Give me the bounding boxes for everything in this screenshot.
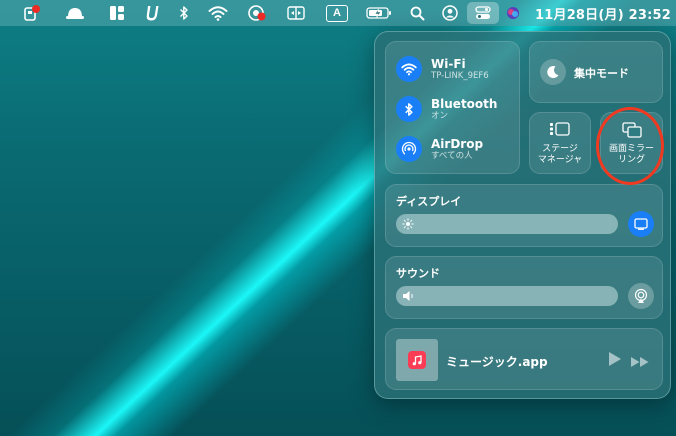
airdrop-icon[interactable] (396, 136, 422, 162)
speaker-icon (403, 291, 413, 301)
play-button[interactable] (608, 351, 622, 371)
display-settings-button[interactable] (628, 211, 654, 237)
moon-icon (540, 59, 566, 85)
brightness-slider[interactable] (396, 214, 618, 234)
fast-forward-icon (631, 357, 649, 367)
bluetooth-status: オン (431, 110, 449, 121)
airplay-audio-icon (634, 288, 648, 303)
now-playing-app: ミュージック.app (446, 355, 548, 369)
wifi-network-name: TP-LINK_9EF6 (431, 70, 489, 81)
control-center-icon[interactable] (467, 2, 499, 24)
record-app-icon[interactable] (245, 0, 269, 26)
battery-icon[interactable] (366, 0, 392, 26)
focus-mode-label: 集中モード (574, 67, 629, 80)
user-icon[interactable] (440, 0, 460, 26)
display-icon (634, 218, 648, 230)
bluetooth-icon[interactable] (396, 96, 422, 122)
stage-manager-icon (530, 121, 590, 137)
hat-icon[interactable] (63, 0, 87, 26)
play-icon (609, 352, 621, 366)
menu-bar-clock[interactable]: 11月28日(月) 23:52 (534, 0, 672, 26)
menu-bar: A 11月28日(月) 23:52 (0, 0, 676, 26)
search-icon[interactable] (408, 0, 426, 26)
layout-app-icon[interactable] (107, 0, 127, 26)
airdrop-status: すべての人 (431, 150, 473, 161)
display-tile: ディスプレイ (385, 184, 663, 247)
music-app-icon (408, 351, 426, 369)
sun-icon (402, 218, 414, 230)
now-playing-tile: ミュージック.app (385, 328, 663, 390)
album-artwork (396, 339, 438, 381)
notification-app-icon[interactable] (20, 0, 44, 26)
volume-slider[interactable] (396, 286, 618, 306)
screen-mirror-app-icon[interactable] (285, 0, 307, 26)
input-source-label: A (326, 4, 348, 22)
stage-manager-label-line2: マネージャ (537, 155, 583, 165)
sound-title: サウンド (396, 267, 440, 280)
next-track-button[interactable] (630, 353, 650, 372)
stage-manager-label-line1: ステージ (542, 144, 578, 154)
connectivity-tile: Wi-Fi TP-LINK_9EF6 Bluetooth オン AirDrop … (385, 41, 520, 174)
stage-manager-tile[interactable]: ステージ マネージャ (529, 112, 591, 174)
bluetooth-control[interactable]: Bluetooth オン (396, 96, 497, 122)
audio-output-button[interactable] (628, 283, 654, 309)
siri-icon[interactable] (504, 0, 522, 26)
wifi-control[interactable]: Wi-Fi TP-LINK_9EF6 (396, 56, 489, 82)
input-source-icon[interactable]: A (325, 0, 349, 26)
control-center-panel: Wi-Fi TP-LINK_9EF6 Bluetooth オン AirDrop … (374, 31, 671, 399)
focus-mode-tile[interactable]: 集中モード (529, 41, 663, 103)
stage-manager-label: ステージ マネージャ (530, 144, 590, 166)
wifi-icon[interactable] (396, 56, 422, 82)
wifi-icon[interactable] (207, 0, 229, 26)
highlight-ring (596, 107, 664, 185)
airdrop-title: AirDrop (431, 136, 484, 151)
bluetooth-icon[interactable] (176, 0, 192, 26)
bluetooth-title: Bluetooth (431, 96, 498, 111)
u-app-icon[interactable] (143, 0, 161, 26)
wifi-title: Wi-Fi (431, 56, 466, 71)
airdrop-control[interactable]: AirDrop すべての人 (396, 136, 483, 162)
display-title: ディスプレイ (396, 195, 462, 208)
sound-tile: サウンド (385, 256, 663, 319)
